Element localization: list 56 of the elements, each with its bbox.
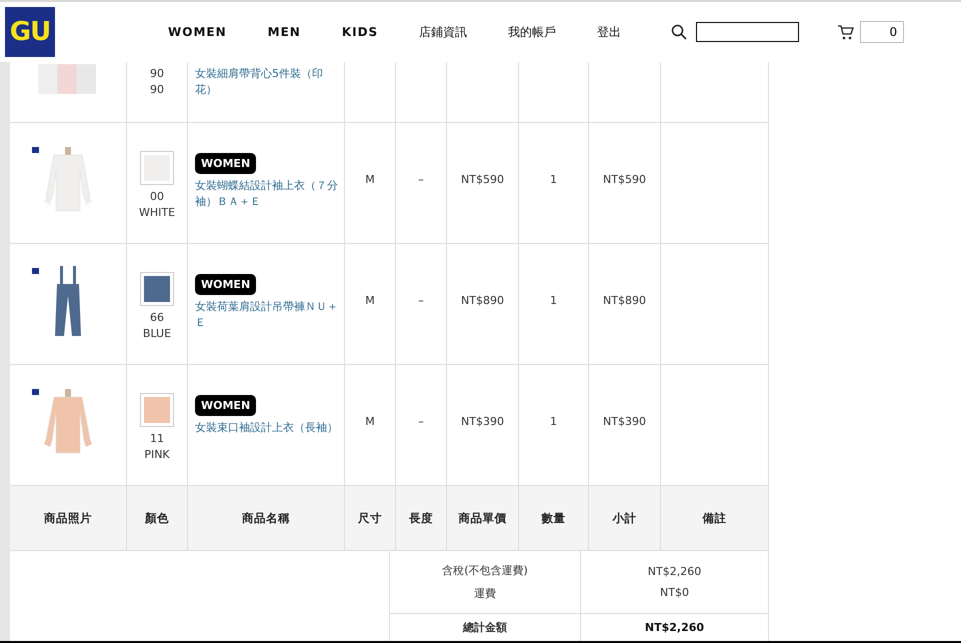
- nav-link[interactable]: 登出: [597, 24, 622, 40]
- table-cell: 1: [550, 415, 557, 428]
- summary-value: NT$0: [660, 586, 689, 599]
- product-link[interactable]: 女裝蝴蝶結設計袖上衣（７分袖）ＢＡ＋Ｅ: [195, 178, 340, 210]
- cart-icon[interactable]: [837, 24, 854, 40]
- column-header: 商品照片: [44, 510, 92, 526]
- table-cell: NT$590: [461, 173, 504, 186]
- column-header: 尺寸: [358, 510, 382, 526]
- column-header: 小計: [612, 510, 636, 526]
- color-name: WHITE: [138, 205, 176, 221]
- table-cell: 1: [550, 173, 557, 186]
- nav-link[interactable]: 店鋪資訊: [419, 24, 468, 40]
- table-cell: NT$390: [603, 415, 646, 428]
- column-header: 數量: [542, 510, 566, 526]
- table-cell: M: [365, 294, 375, 307]
- column-header: 商品單價: [458, 510, 506, 526]
- category-tag: WOMEN: [195, 395, 256, 416]
- column-header: 長度: [409, 510, 433, 526]
- nav-link[interactable]: KIDS: [342, 25, 378, 39]
- color-name: PINK: [144, 447, 170, 463]
- nav-link[interactable]: MEN: [268, 25, 301, 39]
- total-label: 總計金額: [463, 620, 507, 634]
- table-cell: –: [418, 173, 424, 186]
- color-name: 90: [150, 82, 164, 98]
- table-cell: M: [365, 415, 375, 428]
- product-link[interactable]: 女裝細肩帶背心5件裝（印花）: [195, 66, 340, 98]
- column-header: 商品名稱: [242, 510, 290, 526]
- nav-link[interactable]: 我的帳戶: [508, 24, 556, 40]
- column-header: 備註: [702, 510, 726, 526]
- category-tag: WOMEN: [195, 153, 256, 174]
- table-cell: –: [418, 415, 424, 428]
- column-header: 顏色: [145, 510, 169, 526]
- table-cell: NT$390: [461, 415, 504, 428]
- category-tag: WOMEN: [195, 274, 256, 295]
- color-code: 00: [150, 189, 164, 205]
- table-cell: –: [418, 294, 424, 307]
- color-code: 66: [150, 310, 164, 326]
- summary-value: NT$2,260: [648, 565, 702, 578]
- table-cell: 1: [550, 294, 557, 307]
- summary-label: 運費: [474, 586, 496, 601]
- product-link[interactable]: 女裝荷葉肩設計吊帶褲ＮＵ＋Ｅ: [195, 299, 340, 331]
- table-cell: M: [365, 173, 375, 186]
- table-cell: NT$890: [603, 294, 646, 307]
- color-code: 11: [150, 431, 164, 447]
- summary-label: 含稅(不包含運費): [442, 563, 528, 578]
- cart-count[interactable]: 0: [860, 21, 904, 43]
- color-name: BLUE: [142, 326, 172, 342]
- product-link[interactable]: 女裝束口袖設計上衣（長袖）: [195, 420, 338, 436]
- search-icon[interactable]: [671, 24, 688, 40]
- total-value: NT$2,260: [644, 620, 704, 634]
- gu-logo[interactable]: GU: [5, 7, 55, 57]
- table-cell: NT$890: [461, 294, 504, 307]
- color-code: 90: [150, 66, 164, 82]
- search-field[interactable]: [696, 22, 800, 42]
- table-cell: NT$590: [603, 173, 646, 186]
- nav-link[interactable]: WOMEN: [168, 25, 227, 39]
